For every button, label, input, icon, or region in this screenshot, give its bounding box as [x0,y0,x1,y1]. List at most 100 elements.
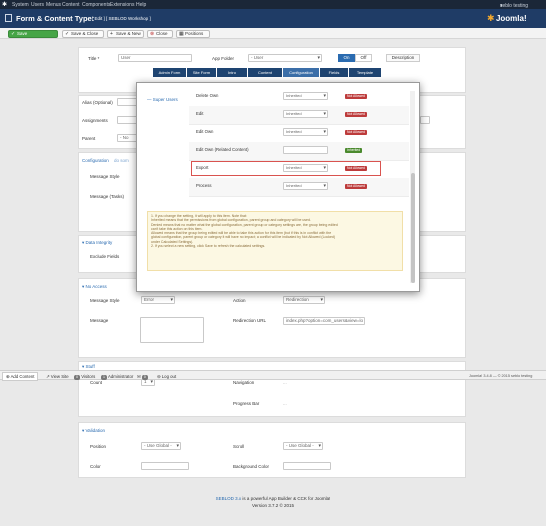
calculated-setting-badge: Not Allowed [345,183,367,189]
description-button[interactable]: Description [386,54,420,62]
calculated-setting-badge: Not Allowed [345,93,367,99]
grid-icon: ▦ [179,30,184,37]
group-tree-label[interactable]: — Super Users [147,97,178,102]
modal-scrollbar-thumb[interactable] [410,173,415,283]
navigation-label: Navigation [233,380,255,385]
footer-version: Version 3.7.2 © 2015 [251,503,295,508]
menu-users[interactable]: Users [31,2,44,8]
no-access-message-textarea[interactable] [140,317,204,343]
permission-setting-select[interactable]: Inherited [283,182,328,190]
validation-title-text: Validation [85,428,105,433]
permission-row: Process Inherited Not Allowed [189,178,409,197]
alias-label: Alias (Optional) [82,100,113,105]
view-site-link[interactable]: ↗ View Site [46,374,69,380]
menu-help[interactable]: Help [136,2,146,8]
permission-setting-select[interactable]: Inherited [283,110,328,118]
menu-components[interactable]: Components [82,2,110,8]
assignments-side-select[interactable] [420,116,430,124]
no-access-message-style-select[interactable]: Error [141,296,175,304]
modal-scrollbar[interactable] [410,91,415,283]
permissions-notes: 1. If you change the setting, it will ap… [147,211,403,271]
view-site-label: View Site [50,373,69,379]
validation-card [78,422,466,478]
background-color-label: Background Color [233,464,270,469]
permission-action-label: Edit [196,111,204,116]
status-bar: ⊕ Add Content ↗ View Site 0 Visitors 1 A… [0,370,546,381]
app-folder-select[interactable]: - User [248,54,322,62]
permission-setting-select[interactable]: Inherited [283,128,328,136]
position-label: Position [90,444,107,449]
save-label: Save [17,30,28,36]
save-close-button[interactable]: ✓ Save & Close [62,29,104,38]
save-new-button[interactable]: + Save & New [107,29,144,38]
assignments-select[interactable] [117,116,137,124]
admins-count: 1 [101,374,107,380]
messages-indicator[interactable]: ✉ 0 [137,374,148,380]
tab-configuration[interactable]: Configuration [283,68,319,77]
footer-seblod-link[interactable]: SEBLOD 3.x [216,496,242,501]
save-button[interactable]: ✓ Save [8,29,58,38]
state-off-button[interactable]: Off [355,54,372,62]
check-icon: ✓ [65,30,70,37]
tab-content[interactable]: Content [248,68,282,77]
menu-extensions[interactable]: Extensions [110,2,134,8]
logout-link[interactable]: ⊖ Log out [157,374,176,380]
navigation-value: ... [283,380,287,385]
scroll-select[interactable]: - Use Global - [283,442,323,450]
color-input[interactable] [141,462,189,470]
highlight-outline [191,161,381,176]
joomla-star-icon: ✱ [487,13,495,23]
no-access-message-label: Message [90,318,109,323]
position-select[interactable]: - Use Global - [141,442,181,450]
tab-fields[interactable]: Fields [320,68,348,77]
permission-action-label: Edit Own [196,129,214,134]
menu-menus[interactable]: Menus [46,2,61,8]
close-button[interactable]: ⊗ Close [147,29,173,38]
data-integrity-title-text: Data Integrity [85,240,113,245]
visitors-indicator: 0 Visitors [74,374,95,380]
permissions-modal: — Super Users Delete Own Inherited Not All… [136,82,420,292]
no-access-title-text: No Access [85,284,107,289]
messages-count: 0 [141,374,148,380]
tab-intro[interactable]: Intro [217,68,247,77]
positions-button[interactable]: ▦ Positions [176,29,210,38]
admin-top-menu: ✱ System Users Menus Content Components … [0,0,546,9]
stuff-title-text: Stuff [85,364,95,369]
permission-action-label: Process [196,183,212,188]
tab-admin-form[interactable]: Admin Form [153,68,186,77]
admins-indicator: 1 Administrator [101,374,133,380]
color-label: Color [90,464,101,469]
visitors-label: Visitors [81,373,96,379]
configuration-title: Configuration [82,158,109,163]
tab-template[interactable]: Template [349,68,381,77]
configuration-link[interactable]: do som [114,158,129,163]
calculated-setting-badge: Inherited [345,147,363,153]
permission-row: Edit Own (Related Content) Inherited [189,142,409,161]
scroll-label: Scroll [233,444,245,449]
action-label: Action [233,298,246,303]
validation-title: ▾ Validation [82,428,105,434]
visitors-count: 0 [74,374,80,380]
redirection-url-input[interactable]: index.php?option=com_users&view=lo [283,317,365,325]
menu-system[interactable]: System [12,2,29,8]
exclude-fields-label: Exclude Fields [90,254,120,259]
title-input[interactable]: User [118,54,192,62]
state-on-button[interactable]: On [338,54,355,62]
title-label: Title * [88,56,100,61]
alias-input[interactable] [117,98,137,106]
permission-setting-select[interactable] [283,146,328,154]
add-content-label: Add Content [10,374,35,379]
tab-site-form[interactable]: Site Form [187,68,216,77]
action-select[interactable]: Redirection [283,296,325,304]
menu-content[interactable]: Content [62,2,80,8]
close-icon: ⊗ [150,30,155,37]
assignments-label: Assignments [82,118,108,123]
parent-select[interactable]: - No [117,134,137,142]
joomla-logo-icon[interactable]: ✱ [2,1,7,8]
joomla-brand-text: Joomla! [495,14,527,23]
permission-setting-select[interactable]: Inherited [283,92,328,100]
message-tasks-label: Message (Tasks) [90,194,125,199]
no-access-message-style-label: Message Style [90,298,120,303]
background-color-input[interactable] [283,462,331,470]
add-content-link[interactable]: ⊕ Add Content [2,372,39,381]
